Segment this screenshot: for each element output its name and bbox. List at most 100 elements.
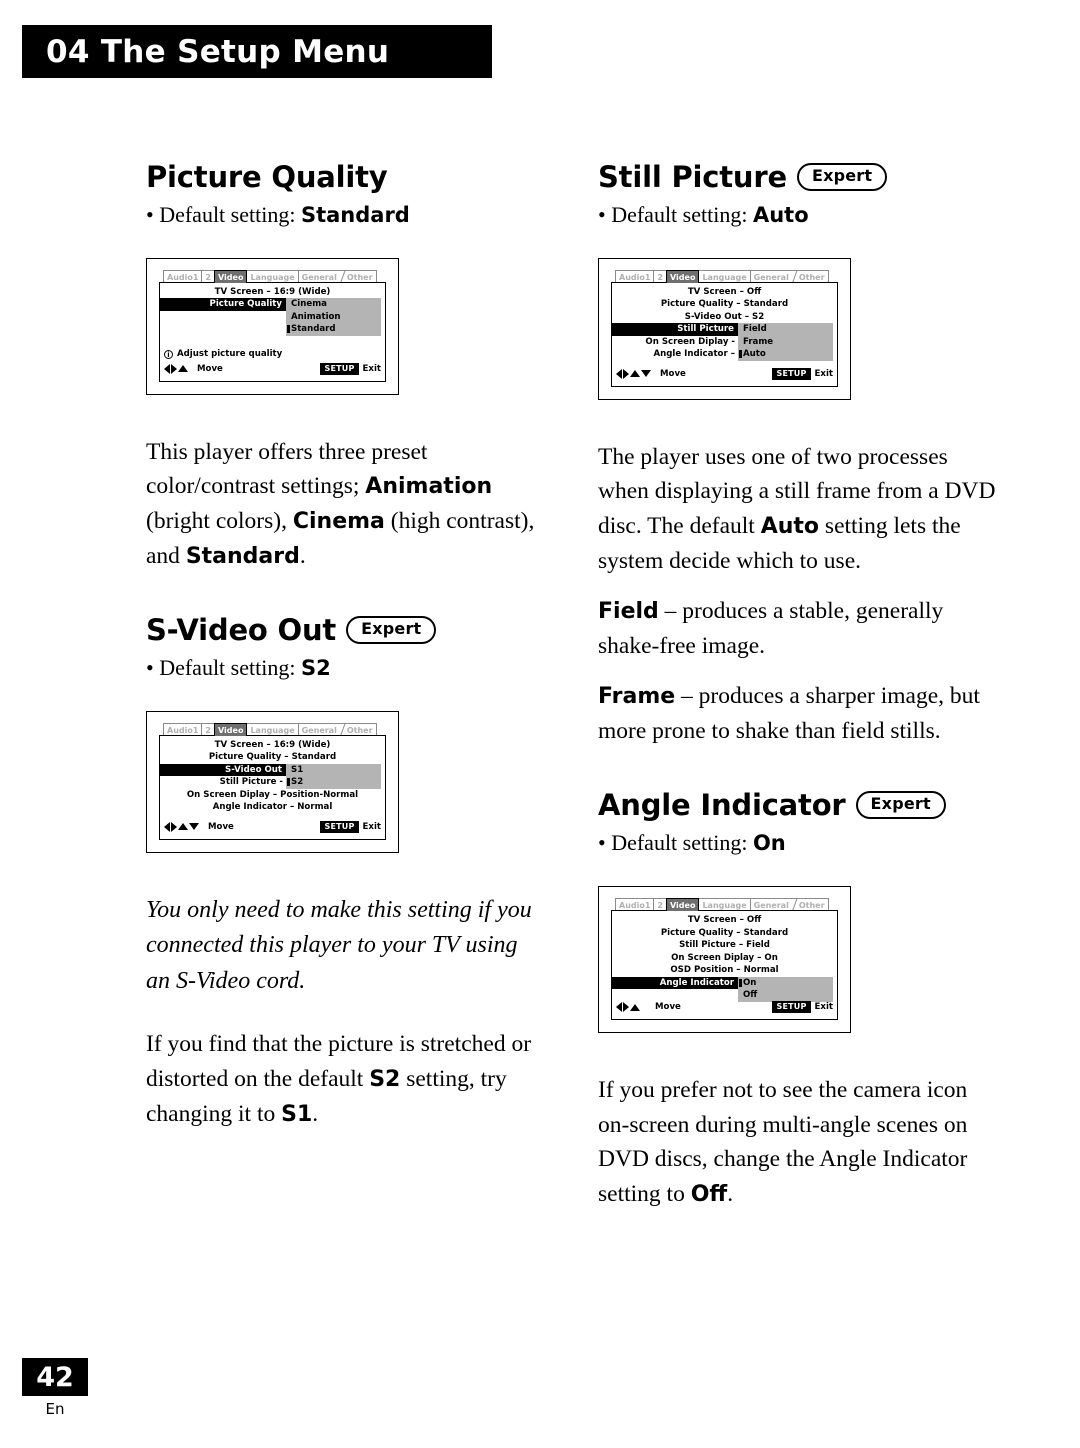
osd-row-still-picture[interactable]: Still Picture – Field bbox=[612, 939, 837, 952]
body-text-bold: Auto bbox=[760, 513, 820, 539]
right-column: Still Picture Expert • Default setting: … bbox=[598, 160, 998, 1211]
osd-row-osd-position[interactable]: OSD Position – Normal bbox=[612, 964, 837, 977]
osd-row-tv-screen[interactable]: TV Screen – 16:9 (Wide) bbox=[160, 286, 385, 299]
osd-row-label: On Screen Diplay - bbox=[645, 336, 735, 347]
default-setting-prefix: • Default setting: bbox=[598, 830, 753, 856]
default-setting-value: Standard bbox=[300, 203, 410, 228]
osd-row-tv-screen[interactable]: TV Screen – Off bbox=[612, 914, 837, 927]
osd-setup-exit: SETUP Exit bbox=[772, 367, 833, 380]
arrow-up-icon bbox=[178, 823, 188, 831]
expert-badge: Expert bbox=[855, 791, 946, 820]
osd-setup-exit: SETUP Exit bbox=[772, 1001, 833, 1014]
osd-option-on[interactable]: On bbox=[738, 977, 833, 990]
arrow-right-icon bbox=[171, 363, 177, 374]
osd-panel: TV Screen – 16:9 (Wide) Picture Quality … bbox=[159, 281, 386, 382]
arrow-left-icon bbox=[616, 368, 622, 379]
osd-option-standard[interactable]: Standard bbox=[286, 323, 381, 336]
osd-screenshot-picture-quality: Audio1 2 Video Language General Other TV… bbox=[146, 257, 399, 395]
osd-option-s1[interactable]: S1 bbox=[286, 764, 381, 777]
expert-badge: Expert bbox=[796, 163, 888, 192]
default-setting-prefix: • Default setting: bbox=[598, 202, 753, 228]
section-title-text: Still Picture bbox=[598, 160, 787, 194]
osd-arrow-group bbox=[164, 821, 199, 832]
osd-row-picture-quality[interactable]: Picture Quality – Standard bbox=[612, 927, 837, 940]
osd-tab-video[interactable]: Video bbox=[666, 898, 700, 912]
body-text-bold: Animation bbox=[365, 474, 493, 500]
osd-row-label-selected: Angle Indicator bbox=[612, 976, 738, 990]
osd-screenshot-s-video-out: Audio1 2 Video Language General Other TV… bbox=[146, 710, 399, 853]
osd-setup-exit: SETUP Exit bbox=[320, 820, 381, 833]
body-picture-quality: This player offers three preset color/co… bbox=[146, 435, 546, 573]
osd-row-s-video-out[interactable]: S-Video Out – S2 bbox=[612, 311, 837, 324]
body-still-picture-frame: Frame – produces a sharper image, but mo… bbox=[598, 679, 998, 748]
osd-hint-text: Adjust picture quality bbox=[177, 348, 283, 359]
arrow-up-icon bbox=[630, 1003, 640, 1011]
setup-key-badge[interactable]: SETUP bbox=[772, 367, 811, 380]
arrow-down-icon bbox=[641, 370, 651, 378]
osd-popup-still-picture[interactable]: Field Frame Auto bbox=[738, 323, 833, 361]
body-still-picture: The player uses one of two processes whe… bbox=[598, 440, 998, 578]
osd-screenshot-still-picture: Audio1 2 Video Language General Other TV… bbox=[598, 257, 851, 400]
osd-move-label: Move bbox=[197, 363, 223, 374]
body-text-bold: Cinema bbox=[292, 508, 385, 534]
osd-row-label-selected: Still Picture bbox=[612, 323, 738, 336]
setup-key-badge[interactable]: SETUP bbox=[320, 820, 359, 833]
setup-key-badge[interactable]: SETUP bbox=[772, 1001, 811, 1014]
osd-option-field[interactable]: Field bbox=[738, 323, 833, 336]
osd-option-cinema[interactable]: Cinema bbox=[286, 298, 381, 311]
osd-row-on-screen-display[interactable]: On Screen Diplay – On bbox=[612, 952, 837, 965]
osd-move-label: Move bbox=[208, 821, 234, 832]
osd-exit-label: Exit bbox=[814, 368, 833, 379]
body-text-bold: Standard bbox=[185, 543, 300, 569]
osd-tab-video[interactable]: Video bbox=[214, 269, 248, 283]
osd-arrow-group bbox=[164, 363, 188, 374]
osd-row-tv-screen[interactable]: TV Screen – 16:9 (Wide) bbox=[160, 739, 385, 752]
osd-panel: TV Screen – Off Picture Quality – Standa… bbox=[611, 910, 838, 1021]
osd-option-auto[interactable]: Auto bbox=[738, 348, 833, 361]
osd-option-s2[interactable]: S2 bbox=[286, 776, 381, 789]
section-heading-still-picture: Still Picture Expert bbox=[598, 160, 998, 194]
osd-row-on-screen-display[interactable]: On Screen Diplay – Position-Normal bbox=[160, 789, 385, 802]
osd-row-picture-quality[interactable]: Picture Quality – Standard bbox=[612, 298, 837, 311]
osd-row-label: TV Screen – Off bbox=[687, 915, 762, 926]
osd-row-label: Picture Quality – Standard bbox=[208, 752, 337, 763]
osd-row-angle-indicator[interactable]: Angle Indicator – Normal bbox=[160, 801, 385, 814]
left-column: Picture Quality • Default setting: Stand… bbox=[146, 160, 546, 1131]
osd-row-label-selected: S-Video Out bbox=[160, 763, 286, 777]
osd-row-label: Still Picture - bbox=[219, 777, 283, 788]
osd-row-label: TV Screen – 16:9 (Wide) bbox=[214, 739, 331, 750]
osd-row-picture-quality[interactable]: Picture Quality – Standard bbox=[160, 751, 385, 764]
osd-panel: TV Screen – Off Picture Quality – Standa… bbox=[611, 281, 838, 387]
osd-nav-line: Move SETUP Exit bbox=[164, 362, 381, 376]
osd-popup-s-video-out[interactable]: S1 S2 bbox=[286, 763, 381, 789]
osd-row-label: Angle Indicator – Normal bbox=[212, 802, 333, 813]
osd-setup-exit: SETUP Exit bbox=[320, 362, 381, 375]
arrow-right-icon bbox=[623, 368, 629, 379]
page-language-code: En bbox=[45, 1400, 65, 1418]
section-title-text: Angle Indicator bbox=[598, 788, 846, 823]
osd-tab-video[interactable]: Video bbox=[666, 269, 700, 283]
default-setting-prefix: • Default setting: bbox=[146, 202, 301, 228]
osd-row-label: S-Video Out – S2 bbox=[684, 311, 765, 322]
body-angle-indicator: If you prefer not to see the camera icon… bbox=[598, 1073, 998, 1211]
osd-row-label: Picture Quality – Standard bbox=[660, 299, 789, 310]
body-text-run: (bright colors), bbox=[146, 507, 293, 534]
default-setting-still-picture: • Default setting: Auto bbox=[598, 200, 998, 230]
default-setting-value: On bbox=[752, 831, 786, 856]
osd-option-animation[interactable]: Animation bbox=[286, 311, 381, 324]
setup-key-badge[interactable]: SETUP bbox=[320, 362, 359, 375]
osd-popup-picture-quality[interactable]: Cinema Animation Standard bbox=[286, 298, 381, 336]
body-still-picture-field: Field – produces a stable, generally sha… bbox=[598, 594, 998, 663]
page-number-box: 42 bbox=[22, 1358, 88, 1396]
osd-row-tv-screen[interactable]: TV Screen – Off bbox=[612, 286, 837, 299]
info-icon: i bbox=[164, 349, 173, 359]
osd-nav-line: Move SETUP Exit bbox=[616, 367, 833, 381]
osd-screenshot-angle-indicator: Audio1 2 Video Language General Other TV… bbox=[598, 886, 851, 1034]
note-s-video-out: You only need to make this setting if yo… bbox=[146, 896, 532, 994]
osd-exit-label: Exit bbox=[362, 821, 381, 832]
arrow-up-icon bbox=[630, 370, 640, 378]
body-s-video-out: If you find that the picture is stretche… bbox=[146, 1027, 546, 1131]
osd-popup-angle-indicator[interactable]: On Off bbox=[738, 976, 833, 1002]
osd-tab-video[interactable]: Video bbox=[214, 722, 248, 736]
osd-option-frame[interactable]: Frame bbox=[738, 336, 833, 349]
